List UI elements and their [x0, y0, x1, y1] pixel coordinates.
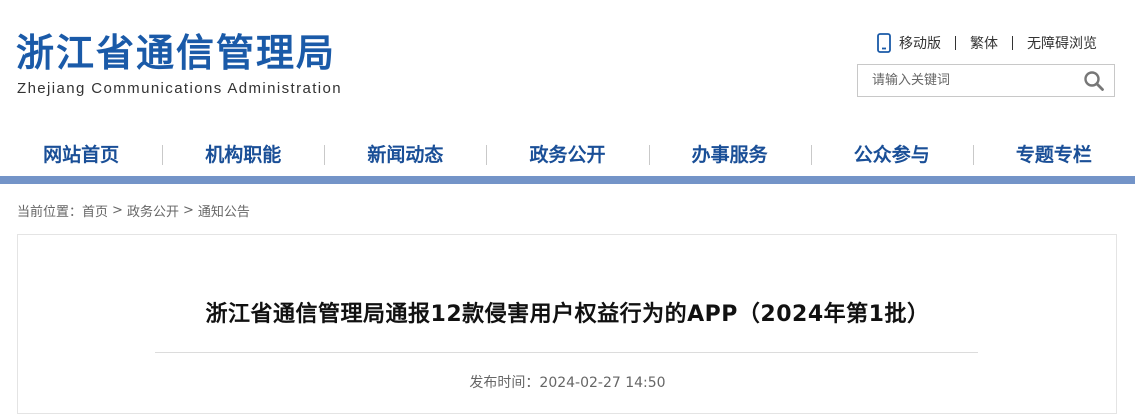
breadcrumb-separator: > — [112, 203, 123, 218]
breadcrumb-home[interactable]: 首页 — [82, 201, 108, 220]
search-icon[interactable] — [1082, 69, 1106, 93]
mobile-version-label: 移动版 — [899, 36, 941, 52]
search-input[interactable] — [858, 65, 1082, 96]
breadcrumb-separator: > — [182, 203, 194, 218]
nav-item-home[interactable]: 网站首页 — [0, 136, 162, 176]
top-link-divider — [955, 36, 956, 50]
nav-underline-bar — [0, 176, 1135, 184]
breadcrumb: 当前位置： 首页 > 政务公开 > 通知公告 — [17, 201, 250, 220]
title-divider — [155, 352, 978, 353]
publish-info: 发布时间：2024-02-27 14:50 — [0, 372, 1135, 392]
mobile-version-link[interactable]: 移动版 — [875, 33, 941, 53]
traditional-chinese-link[interactable]: 繁体 — [970, 33, 998, 53]
nav-item-public-participation[interactable]: 公众参与 — [810, 136, 973, 176]
breadcrumb-notices[interactable]: 通知公告 — [198, 201, 250, 220]
site-logo-subtitle: Zhejiang Communications Administration — [17, 80, 342, 97]
breadcrumb-government-affairs[interactable]: 政务公开 — [127, 201, 179, 220]
nav-item-special-topics[interactable]: 专题专栏 — [972, 136, 1135, 176]
search-box — [857, 64, 1115, 97]
site-logo-title[interactable]: 浙江省通信管理局 — [16, 28, 336, 78]
phone-icon — [877, 33, 891, 53]
top-links: 移动版 繁体 无障碍浏览 — [875, 33, 1097, 53]
article-title: 浙江省通信管理局通报12款侵害用户权益行为的APP（2024年第1批） — [205, 302, 930, 327]
site-header: 浙江省通信管理局 Zhejiang Communications Adminis… — [0, 0, 1135, 130]
top-link-divider — [1012, 36, 1013, 50]
nav-item-news[interactable]: 新闻动态 — [324, 136, 486, 176]
main-nav: 网站首页 机构职能 新闻动态 政务公开 办事服务 公众参与 专题专栏 — [0, 136, 1135, 176]
nav-item-organization[interactable]: 机构职能 — [162, 136, 324, 176]
accessibility-link[interactable]: 无障碍浏览 — [1027, 33, 1097, 53]
publish-time-value: 2024-02-27 14:50 — [539, 375, 666, 391]
publish-time-label: 发布时间： — [469, 375, 540, 391]
breadcrumb-label: 当前位置： — [17, 205, 83, 220]
nav-item-services[interactable]: 办事服务 — [648, 136, 811, 176]
nav-item-government-affairs[interactable]: 政务公开 — [486, 136, 648, 176]
